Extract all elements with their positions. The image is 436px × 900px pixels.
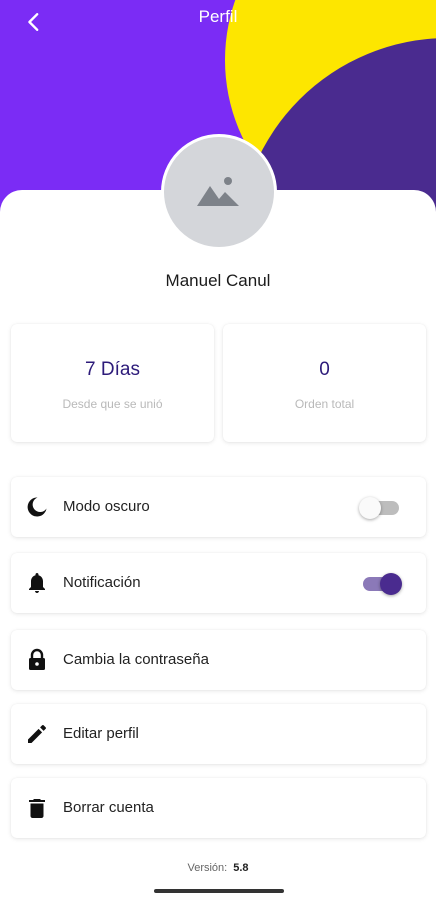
moon-icon — [27, 497, 47, 517]
image-placeholder-icon — [197, 177, 239, 206]
setting-edit-profile[interactable]: Editar perfil — [11, 704, 426, 764]
setting-notifications[interactable]: Notificación — [11, 553, 426, 613]
stat-label: Orden total — [294, 397, 355, 411]
setting-label: Borrar cuenta — [63, 799, 154, 816]
profile-name: Manuel Canul — [165, 271, 271, 290]
setting-change-password[interactable]: Cambia la contraseña — [11, 630, 426, 690]
home-indicator[interactable] — [154, 889, 284, 893]
lock-icon — [29, 648, 45, 670]
setting-label: Cambia la contraseña — [63, 651, 209, 668]
setting-label: Editar perfil — [63, 725, 139, 742]
setting-delete-account[interactable]: Borrar cuenta — [11, 778, 426, 838]
stat-card-days: 7 Días Desde que se unió — [11, 324, 214, 442]
app-version: Versión: 5.8 — [0, 862, 436, 874]
bell-icon — [29, 573, 45, 593]
setting-label: Modo oscuro — [63, 498, 150, 515]
trash-icon — [29, 799, 45, 818]
pencil-icon — [28, 725, 46, 743]
notifications-toggle[interactable] — [361, 573, 402, 595]
setting-label: Notificación — [63, 574, 141, 591]
stat-label: Desde que se unió — [62, 397, 163, 411]
dark-mode-toggle[interactable] — [359, 497, 399, 519]
page-title: Perfil — [198, 7, 238, 26]
setting-dark-mode[interactable]: Modo oscuro — [11, 477, 426, 537]
stat-card-orders: 0 Orden total — [223, 324, 426, 442]
avatar[interactable] — [161, 134, 277, 250]
stat-value: 0 — [319, 359, 330, 380]
version-value: 5.8 — [233, 862, 249, 874]
version-label: Versión: — [187, 862, 228, 874]
stat-value: 7 Días — [85, 359, 140, 380]
